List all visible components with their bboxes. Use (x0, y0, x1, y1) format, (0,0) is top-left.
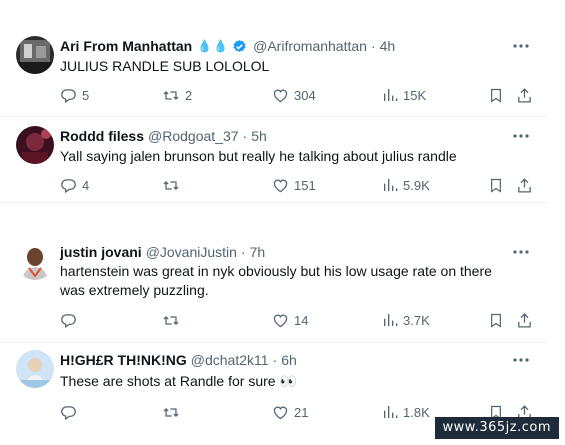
tweet-2[interactable]: Roddd filess @Rodgoat_37 · 5h Yall sayin… (0, 116, 548, 203)
share-icon (518, 177, 531, 193)
verified-icon (233, 39, 246, 52)
like-count: 151 (294, 177, 316, 193)
bookmark-icon (491, 88, 501, 103)
timestamp[interactable]: 6h (281, 352, 297, 368)
user-handle[interactable]: @Rodgoat_37 (148, 128, 239, 144)
avatar-jovanijustin[interactable] (16, 242, 54, 280)
views-icon (384, 179, 398, 191)
reply-button[interactable]: 5 (60, 85, 89, 105)
tweet-text: hartenstein was great in nyk obviously b… (60, 263, 492, 298)
like-button[interactable]: 14 (272, 310, 308, 330)
reply-button[interactable] (60, 402, 82, 422)
views-button[interactable]: 5.9K (382, 175, 430, 195)
reply-count: 4 (82, 177, 90, 193)
views-icon (384, 314, 398, 326)
bookmark-button[interactable] (488, 310, 504, 330)
separator-dot: · (272, 352, 278, 368)
like-button[interactable]: 304 (272, 85, 316, 105)
views-icon (384, 89, 398, 101)
views-button[interactable]: 15K (382, 85, 426, 105)
like-icon (273, 406, 288, 419)
views-count: 5.9K (403, 177, 430, 193)
timestamp[interactable]: 5h (251, 128, 267, 144)
more-icon[interactable] (512, 129, 530, 143)
share-icon (518, 87, 531, 103)
site-watermark: www.365jz.com (434, 417, 559, 439)
tweet-1[interactable]: Ari From Manhattan 💧💧 @Arifromanhattan ·… (0, 24, 548, 117)
retweet-button[interactable] (162, 402, 185, 422)
views-icon (384, 406, 398, 418)
reply-count: 5 (82, 87, 90, 103)
avatar-rodgoat[interactable] (16, 126, 54, 164)
reply-icon (61, 405, 76, 420)
like-button[interactable]: 151 (272, 175, 316, 195)
bookmark-button[interactable] (488, 85, 504, 105)
reply-button[interactable] (60, 310, 82, 330)
tweet-header: justin jovani @JovaniJustin · 7h (60, 242, 528, 262)
tweet-header: H!GH£R TH!NK!NG @dchat2k11 · 6h (60, 350, 528, 370)
share-icon (518, 312, 531, 328)
retweet-count: 2 (185, 87, 193, 103)
views-count: 3.7K (403, 312, 430, 328)
views-button[interactable]: 3.7K (382, 310, 430, 330)
action-bar: 14 3.7K (60, 310, 540, 330)
display-name[interactable]: Roddd filess (60, 128, 144, 144)
like-count: 14 (294, 312, 309, 328)
action-bar: 5 2 304 15K (60, 85, 540, 105)
tweet-text: These are shots at Randle for sure 👀 (60, 373, 297, 389)
action-bar: 4 151 5.9K (60, 175, 540, 195)
more-icon[interactable] (512, 39, 530, 53)
retweet-button[interactable] (162, 310, 185, 330)
display-name[interactable]: Ari From Manhattan (60, 38, 192, 54)
tweet-header: Ari From Manhattan 💧💧 @Arifromanhattan ·… (60, 36, 528, 56)
reply-icon (61, 178, 76, 193)
user-handle[interactable]: @dchat2k11 (191, 352, 269, 368)
avatar-arifromanhattan[interactable] (16, 36, 54, 74)
reply-thread: Ari From Manhattan 💧💧 @Arifromanhattan ·… (0, 0, 565, 445)
tweet-header: Roddd filess @Rodgoat_37 · 5h (60, 126, 528, 146)
share-button[interactable] (516, 175, 533, 195)
timestamp[interactable]: 4h (380, 38, 396, 54)
more-icon[interactable] (512, 245, 530, 259)
user-handle[interactable]: @JovaniJustin (146, 244, 237, 260)
reply-button[interactable]: 4 (60, 175, 89, 195)
bookmark-icon (491, 178, 501, 193)
retweet-button[interactable] (162, 175, 185, 195)
separator-dot: · (242, 128, 248, 144)
like-count: 304 (294, 87, 316, 103)
views-button[interactable]: 1.8K (382, 402, 430, 422)
share-button[interactable] (516, 310, 533, 330)
tweet-text: Yall saying jalen brunson but really he … (60, 148, 457, 164)
views-count: 1.8K (403, 404, 430, 420)
tweet-3[interactable]: justin jovani @JovaniJustin · 7h hartens… (0, 232, 548, 343)
retweet-icon (163, 90, 179, 100)
separator-dot: · (240, 244, 246, 260)
views-count: 15K (403, 87, 427, 103)
like-count: 21 (294, 404, 309, 420)
bookmark-icon (491, 313, 501, 328)
user-handle[interactable]: @Arifromanhattan (253, 38, 367, 54)
separator-dot: · (370, 38, 376, 54)
retweet-icon (163, 407, 179, 417)
like-icon (273, 179, 288, 192)
droplet-badge: 💧💧 (197, 39, 230, 53)
name-badges: 💧💧 (197, 39, 249, 54)
display-name[interactable]: H!GH£R TH!NK!NG (60, 352, 187, 368)
tweet-text: JULIUS RANDLE SUB LOLOLOL (60, 58, 270, 74)
like-icon (273, 89, 288, 102)
retweet-icon (163, 180, 179, 190)
bookmark-button[interactable] (488, 175, 504, 195)
retweet-button[interactable]: 2 (162, 85, 192, 105)
reply-icon (61, 88, 76, 103)
retweet-icon (163, 315, 179, 325)
reply-icon (61, 313, 76, 328)
share-button[interactable] (516, 85, 533, 105)
avatar-dchat2k11[interactable] (16, 350, 54, 388)
like-button[interactable]: 21 (272, 402, 308, 422)
timestamp[interactable]: 7h (250, 244, 266, 260)
display-name[interactable]: justin jovani (60, 244, 142, 260)
more-icon[interactable] (512, 353, 530, 367)
like-icon (273, 314, 288, 327)
